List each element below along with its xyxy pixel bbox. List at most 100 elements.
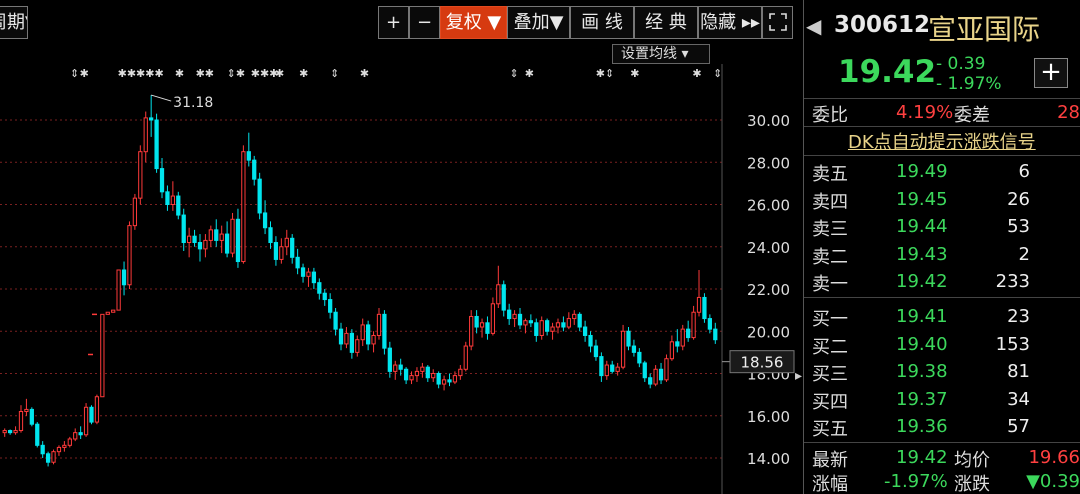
candle-body [658, 368, 664, 381]
candle-body [686, 328, 691, 339]
candle-body [143, 117, 148, 153]
candle-body [165, 191, 170, 205]
bid-price: 19.40 [896, 333, 948, 355]
candle-body [501, 284, 506, 311]
candle-body [360, 324, 365, 341]
dk-signal-link[interactable]: DK点自动提示涨跌信号 [848, 128, 1036, 154]
candle-body [170, 195, 175, 206]
quote-panel: ◀ 300612 宣亚国际 19.42 - 0.39 - 1.97% + 委比 … [804, 0, 1080, 494]
last-price: 19.42 [838, 54, 937, 90]
bid-price: 19.36 [896, 416, 948, 437]
candle-body [116, 269, 121, 311]
candle-body [78, 432, 83, 436]
candle-body [496, 284, 501, 305]
zhangfu-value: -1.97% [884, 471, 948, 492]
separator [804, 155, 1080, 156]
bid-row[interactable]: 买五 19.36 57 [804, 415, 1080, 441]
candle-body [469, 315, 474, 347]
candle-body [604, 364, 609, 377]
weibi-value: 4.19% [896, 102, 954, 123]
latest-value: 19.42 [896, 447, 948, 468]
candle-body [306, 271, 311, 277]
ask-row[interactable]: 卖三 19.44 53 [804, 215, 1080, 241]
bid-row[interactable]: 买四 19.37 34 [804, 388, 1080, 414]
bid-label: 买五 [812, 419, 848, 440]
bid-row[interactable]: 买二 19.40 153 [804, 333, 1080, 359]
candle-body [262, 212, 268, 229]
candle-body [669, 341, 675, 360]
candle-body [436, 373, 441, 385]
candle-body [230, 218, 235, 254]
price-change-pct: - 1.97% [936, 74, 1002, 94]
candle-body [333, 311, 338, 330]
ask-label: 卖四 [812, 191, 848, 213]
candle-body [338, 328, 344, 345]
candle-body [626, 330, 631, 347]
candlestick-chart[interactable]: 30.0028.0026.0024.0022.0020.0018.0016.00… [0, 0, 800, 494]
candle-body [713, 328, 718, 341]
candle-body [403, 368, 409, 381]
candle-body [149, 117, 154, 121]
candle-body [707, 318, 712, 330]
candle-body [181, 214, 186, 244]
bid-label: 买三 [812, 364, 848, 385]
event-marker: ✱ [630, 67, 639, 80]
candle-body [458, 368, 463, 377]
event-marker: ✱ [692, 67, 701, 80]
candle-body [414, 370, 420, 377]
ask-row[interactable]: 卖五 19.49 6 [804, 160, 1080, 186]
stock-code: 300612 [834, 12, 931, 38]
candle-body [67, 438, 72, 446]
event-marker: ⇕ [713, 67, 722, 80]
ask-row[interactable]: 卖一 19.42 233 [804, 270, 1080, 296]
bid-label: 买一 [812, 309, 848, 330]
candle-body [507, 309, 512, 320]
candle-body [582, 326, 588, 336]
candle-body [219, 233, 224, 241]
candle-body [545, 320, 550, 332]
event-marker: ⇕✱ [227, 67, 245, 80]
y-tick-label: 26.00 [747, 197, 790, 215]
candle-body [235, 218, 241, 263]
zhangfu-label: 涨幅 [812, 474, 848, 494]
latest-label: 最新 [812, 450, 848, 471]
y-tick-label: 30.00 [747, 112, 790, 130]
ask-row[interactable]: 卖四 19.45 26 [804, 188, 1080, 214]
event-marker: ✱ [80, 67, 89, 80]
candle-body [89, 406, 94, 423]
event-marker: ✱ [175, 67, 184, 80]
add-watchlist-button[interactable]: + [1034, 58, 1068, 88]
ask-price: 19.42 [896, 271, 948, 292]
bid-label: 买四 [812, 391, 848, 413]
candle-body [176, 195, 181, 216]
splitter-handle[interactable]: ▸ [795, 368, 803, 388]
price-change: - 0.39 [936, 54, 986, 74]
candle-body [447, 379, 452, 383]
bid-volume: 153 [995, 333, 1030, 355]
ask-row[interactable]: 卖二 19.43 2 [804, 243, 1080, 269]
bid-row[interactable]: 买三 19.38 81 [804, 360, 1080, 386]
event-marker: ✱ [360, 67, 369, 80]
bid-row[interactable]: 买一 19.41 23 [804, 305, 1080, 331]
zhangfu-row: 涨幅 -1.97% 涨跌 ▼0.39 [804, 470, 1080, 494]
prev-stock-icon[interactable]: ◀ [806, 14, 821, 38]
candle-body [653, 368, 658, 385]
candle-body [420, 366, 425, 372]
candle-body [349, 332, 354, 353]
candle-body [121, 269, 127, 286]
y-tick-label: 24.00 [747, 239, 790, 257]
event-marker: ✱ [275, 67, 284, 80]
event-marker: ⇕ [330, 67, 339, 80]
event-marker: ✱⇕ [596, 67, 614, 80]
candle-body [382, 313, 387, 349]
candle-body [2, 430, 7, 434]
candle-body [691, 311, 696, 339]
candle-body [642, 362, 647, 379]
candle-body [24, 408, 29, 413]
candle-body [197, 242, 203, 250]
candle-body [138, 151, 143, 199]
separator [804, 98, 1080, 99]
ma-setting-dropdown[interactable]: 设置均线 ▾ [612, 44, 710, 64]
candle-body [561, 322, 566, 328]
event-marker: ✱ [525, 67, 534, 80]
